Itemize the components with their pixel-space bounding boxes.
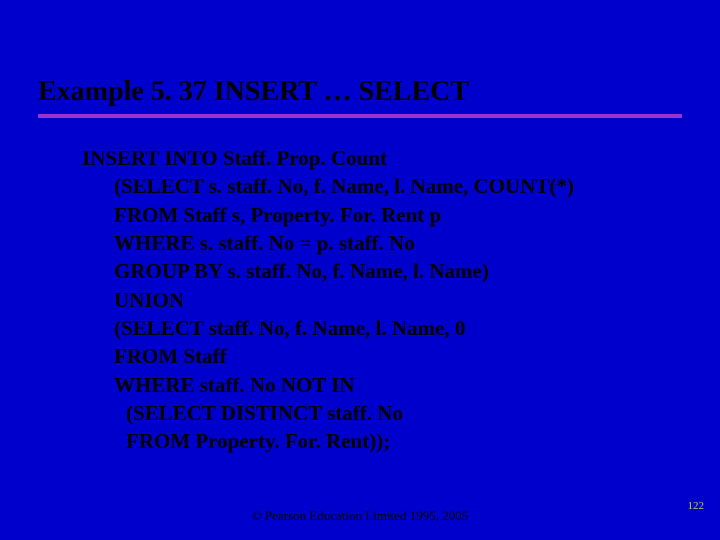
title-underline xyxy=(38,114,682,118)
code-line: (SELECT DISTINCT staff. No xyxy=(82,399,574,427)
slide: Example 5. 37 INSERT … SELECT INSERT INT… xyxy=(0,0,720,540)
code-line: (SELECT s. staff. No, f. Name, l. Name, … xyxy=(82,172,574,200)
code-line: GROUP BY s. staff. No, f. Name, l. Name) xyxy=(82,257,574,285)
slide-body: INSERT INTO Staff. Prop. Count (SELECT s… xyxy=(82,144,574,456)
code-line: FROM Property. For. Rent)); xyxy=(82,427,574,455)
code-line: UNION xyxy=(82,286,574,314)
code-line: WHERE s. staff. No = p. staff. No xyxy=(82,229,574,257)
footer-copyright: © Pearson Education Limited 1995, 2005 xyxy=(0,508,720,524)
code-line: WHERE staff. No NOT IN xyxy=(82,371,574,399)
code-line: FROM Staff xyxy=(82,342,574,370)
page-number: 122 xyxy=(688,500,705,512)
code-line: INSERT INTO Staff. Prop. Count xyxy=(82,144,574,172)
code-line: (SELECT staff. No, f. Name, l. Name, 0 xyxy=(82,314,574,342)
slide-title: Example 5. 37 INSERT … SELECT xyxy=(38,76,469,108)
code-line: FROM Staff s, Property. For. Rent p xyxy=(82,201,574,229)
